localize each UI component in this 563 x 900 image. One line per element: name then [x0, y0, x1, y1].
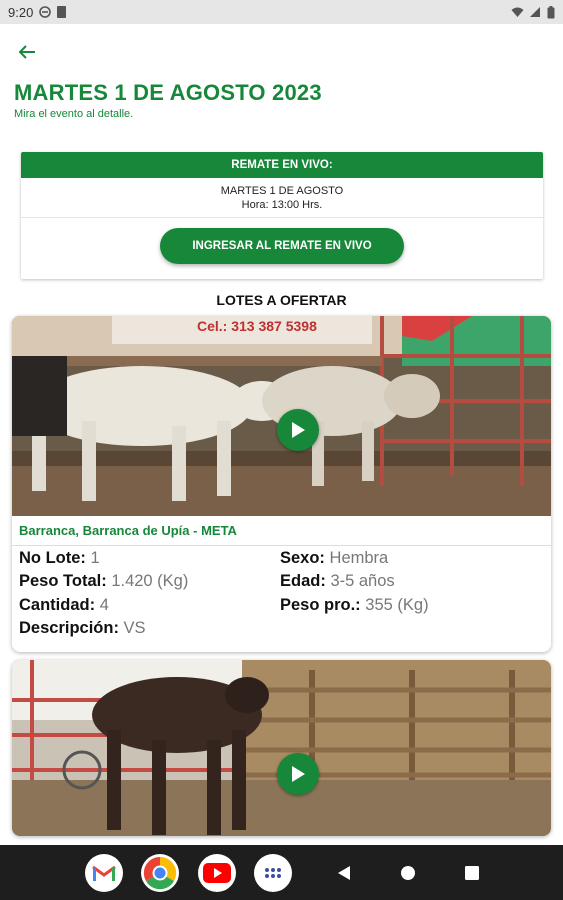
page-title: MARTES 1 DE AGOSTO 2023: [14, 80, 322, 105]
recents-icon[interactable]: [459, 860, 485, 886]
back-button[interactable]: [14, 40, 40, 64]
lot-number-label: No Lote:: [19, 549, 86, 567]
arrow-left-icon: [18, 45, 35, 59]
total-weight-field: Peso Total: 1.420 (Kg): [19, 572, 188, 591]
avg-weight-field: Peso pro.: 355 (Kg): [280, 596, 429, 615]
sex-label: Sexo:: [280, 549, 325, 567]
age-field: Edad: 3-5 años: [280, 572, 395, 591]
lot-number-value: 1: [90, 549, 100, 567]
live-event-card: REMATE EN VIVO: MARTES 1 DE AGOSTO Hora:…: [21, 152, 543, 279]
sd-card-icon: [57, 6, 67, 18]
lot-video-thumbnail[interactable]: [12, 660, 551, 836]
play-icon: [292, 422, 305, 438]
lot-sign-text: Cel.: 313 387 5398: [197, 318, 317, 334]
status-time: 9:20: [8, 4, 34, 20]
avg-weight-value: 355 (Kg): [365, 596, 429, 614]
gmail-icon[interactable]: [85, 854, 123, 892]
live-event-banner: REMATE EN VIVO:: [21, 152, 543, 178]
description-value: VS: [123, 619, 146, 637]
description-label: Descripción:: [19, 619, 119, 637]
lot-location: Barranca, Barranca de Upía - META: [12, 516, 551, 546]
total-weight-value: 1.420 (Kg): [111, 572, 189, 590]
chrome-icon[interactable]: [141, 854, 179, 892]
back-icon[interactable]: [331, 860, 357, 886]
cattle-photo: [12, 660, 551, 836]
sex-field: Sexo: Hembra: [280, 549, 388, 568]
lot-video-thumbnail[interactable]: Cel.: 313 387 5398: [12, 316, 551, 516]
system-nav-bar: [0, 845, 563, 900]
signal-icon: [529, 6, 541, 18]
quantity-field: Cantidad: 4: [19, 596, 109, 615]
age-label: Edad:: [280, 572, 326, 590]
live-event-time: Hora: 13:00 Hrs.: [241, 198, 323, 211]
youtube-icon[interactable]: [198, 854, 236, 892]
page-subtitle: Mira el evento al detalle.: [14, 108, 134, 120]
app-drawer-icon[interactable]: [254, 854, 292, 892]
lot-card[interactable]: [12, 660, 551, 836]
lot-details: No Lote: 1 Peso Total: 1.420 (Kg) Cantid…: [12, 546, 551, 650]
live-event-info: MARTES 1 DE AGOSTO Hora: 13:00 Hrs.: [21, 178, 543, 218]
description-field: Descripción: VS: [19, 619, 146, 638]
live-event-date: MARTES 1 DE AGOSTO: [220, 184, 344, 197]
age-value: 3-5 años: [330, 572, 395, 590]
play-video-button[interactable]: [277, 409, 319, 451]
enter-live-auction-button[interactable]: INGRESAR AL REMATE EN VIVO: [160, 228, 404, 264]
play-video-button[interactable]: [277, 753, 319, 795]
lot-number-field: No Lote: 1: [19, 549, 100, 568]
lots-section-title: LOTES A OFERTAR: [216, 292, 347, 308]
play-icon: [292, 766, 305, 782]
battery-icon: [547, 6, 555, 19]
status-bar: 9:20: [0, 0, 563, 24]
quantity-value: 4: [99, 596, 109, 614]
home-icon[interactable]: [395, 860, 421, 886]
total-weight-label: Peso Total:: [19, 572, 107, 590]
dnd-icon: [39, 6, 52, 18]
quantity-label: Cantidad:: [19, 596, 96, 614]
lot-card[interactable]: Cel.: 313 387 5398 Barranca, Barranca de…: [12, 316, 551, 652]
sex-value: Hembra: [329, 549, 389, 567]
avg-weight-label: Peso pro.:: [280, 596, 361, 614]
wifi-icon: [511, 6, 524, 18]
